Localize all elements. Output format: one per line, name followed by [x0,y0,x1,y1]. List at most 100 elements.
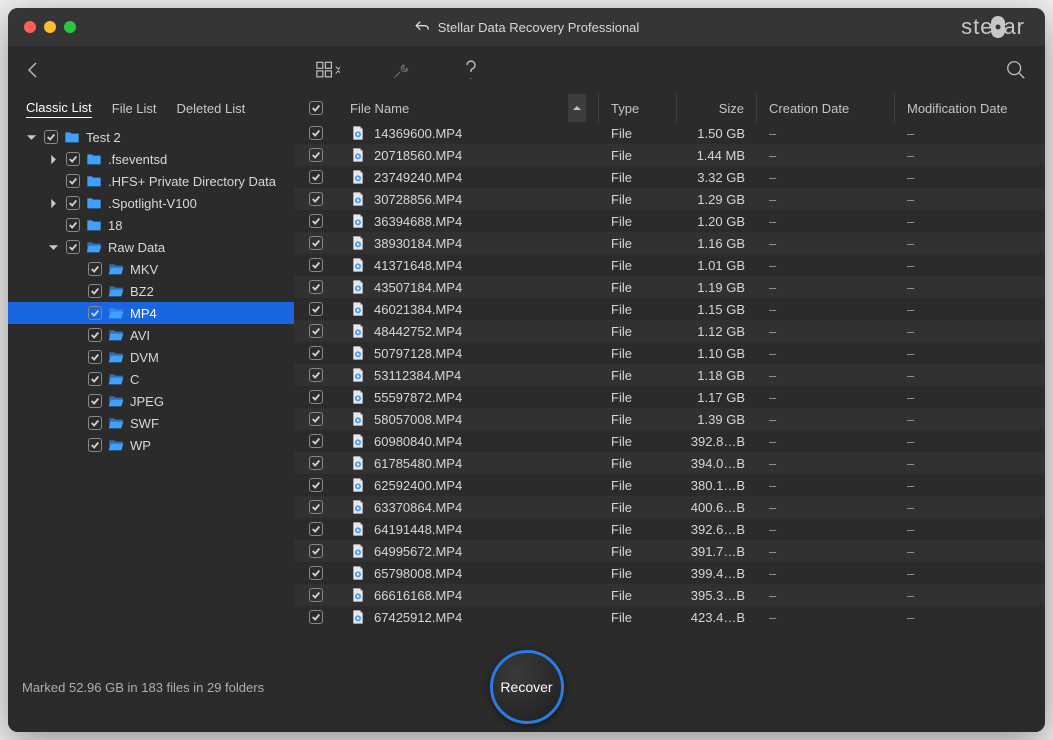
file-row[interactable]: 30728856.MP4File1.29 GB–– [294,188,1045,210]
checkbox[interactable] [44,130,58,144]
file-row[interactable]: 43507184.MP4File1.19 GB–– [294,276,1045,298]
search-button[interactable] [1005,59,1027,81]
tree-node[interactable]: AVI [8,324,294,346]
expand-toggle[interactable] [24,133,38,142]
header-checkbox[interactable] [294,94,338,122]
file-row[interactable]: 36394688.MP4File1.20 GB–– [294,210,1045,232]
help-button[interactable] [464,59,478,81]
file-row[interactable]: 67425912.MP4File423.4…B–– [294,606,1045,628]
file-row[interactable]: 38930184.MP4File1.16 GB–– [294,232,1045,254]
checkbox[interactable] [88,284,102,298]
tree-node[interactable]: .HFS+ Private Directory Data [8,170,294,192]
file-row[interactable]: 61785480.MP4File394.0…B–– [294,452,1045,474]
tree-node[interactable]: JPEG [8,390,294,412]
recover-button[interactable]: Recover [490,650,564,724]
maximize-window-button[interactable] [64,21,76,33]
tree-node[interactable]: WP [8,434,294,456]
file-row[interactable]: 14369600.MP4File1.50 GB–– [294,122,1045,144]
tree-node[interactable]: MKV [8,258,294,280]
checkbox[interactable] [88,438,102,452]
checkbox[interactable] [309,126,323,140]
file-row[interactable]: 53112384.MP4File1.18 GB–– [294,364,1045,386]
header-creation-date[interactable]: Creation Date [757,94,895,122]
checkbox[interactable] [309,544,323,558]
checkbox[interactable] [309,324,323,338]
checkbox[interactable] [309,610,323,624]
tree-node[interactable]: MP4 [8,302,294,324]
file-row[interactable]: 46021384.MP4File1.15 GB–– [294,298,1045,320]
checkbox[interactable] [66,240,80,254]
checkbox[interactable] [88,328,102,342]
file-row[interactable]: 64191448.MP4File392.6…B–– [294,518,1045,540]
checkbox[interactable] [66,196,80,210]
checkbox[interactable] [309,170,323,184]
tree-node[interactable]: SWF [8,412,294,434]
checkbox[interactable] [309,346,323,360]
checkbox[interactable] [66,152,80,166]
header-type[interactable]: Type [599,94,677,122]
checkbox[interactable] [309,302,323,316]
file-row[interactable]: 62592400.MP4File380.1…B–– [294,474,1045,496]
checkbox[interactable] [309,390,323,404]
file-row[interactable]: 48442752.MP4File1.12 GB–– [294,320,1045,342]
checkbox[interactable] [309,258,323,272]
folder-tree[interactable]: Test 2.fseventsd.HFS+ Private Directory … [8,122,294,642]
expand-toggle[interactable] [46,243,60,252]
file-row[interactable]: 58057008.MP4File1.39 GB–– [294,408,1045,430]
file-row[interactable]: 23749240.MP4File3.32 GB–– [294,166,1045,188]
minimize-window-button[interactable] [44,21,56,33]
file-list[interactable]: 14369600.MP4File1.50 GB––20718560.MP4Fil… [294,122,1045,642]
checkbox[interactable] [309,522,323,536]
file-row[interactable]: 50797128.MP4File1.10 GB–– [294,342,1045,364]
tree-node[interactable]: C [8,368,294,390]
header-modification-date[interactable]: Modification Date [895,94,1045,122]
settings-button[interactable] [392,60,412,80]
checkbox[interactable] [66,174,80,188]
view-mode-button[interactable] [316,60,340,80]
expand-toggle[interactable] [46,199,60,208]
tab-deleted-list[interactable]: Deleted List [177,99,246,118]
checkbox[interactable] [88,350,102,364]
checkbox[interactable] [88,262,102,276]
tab-file-list[interactable]: File List [112,99,157,118]
checkbox[interactable] [88,416,102,430]
tree-node[interactable]: BZ2 [8,280,294,302]
checkbox[interactable] [309,566,323,580]
tree-node[interactable]: 18 [8,214,294,236]
checkbox[interactable] [309,192,323,206]
checkbox[interactable] [66,218,80,232]
checkbox[interactable] [309,280,323,294]
checkbox[interactable] [88,372,102,386]
checkbox[interactable] [309,434,323,448]
checkbox[interactable] [309,148,323,162]
tree-node[interactable]: DVM [8,346,294,368]
file-row[interactable]: 60980840.MP4File392.8…B–– [294,430,1045,452]
file-row[interactable]: 63370864.MP4File400.6…B–– [294,496,1045,518]
header-size[interactable]: Size [677,94,757,122]
file-row[interactable]: 55597872.MP4File1.17 GB–– [294,386,1045,408]
checkbox[interactable] [309,236,323,250]
tree-node[interactable]: Test 2 [8,126,294,148]
checkbox[interactable] [309,368,323,382]
checkbox[interactable] [309,412,323,426]
nav-back-button[interactable] [26,60,56,80]
file-row[interactable]: 65798008.MP4File399.4…B–– [294,562,1045,584]
file-row[interactable]: 66616168.MP4File395.3…B–– [294,584,1045,606]
file-row[interactable]: 20718560.MP4File1.44 MB–– [294,144,1045,166]
checkbox[interactable] [88,394,102,408]
tree-node[interactable]: Raw Data [8,236,294,258]
tab-classic-list[interactable]: Classic List [26,98,92,118]
checkbox[interactable] [309,456,323,470]
checkbox[interactable] [309,588,323,602]
expand-toggle[interactable] [46,155,60,164]
close-window-button[interactable] [24,21,36,33]
checkbox[interactable] [309,214,323,228]
tree-node[interactable]: .fseventsd [8,148,294,170]
checkbox[interactable] [88,306,102,320]
file-row[interactable]: 64995672.MP4File391.7…B–– [294,540,1045,562]
checkbox[interactable] [309,478,323,492]
checkbox[interactable] [309,500,323,514]
file-row[interactable]: 41371648.MP4File1.01 GB–– [294,254,1045,276]
header-filename[interactable]: File Name [338,94,599,122]
tree-node[interactable]: .Spotlight-V100 [8,192,294,214]
